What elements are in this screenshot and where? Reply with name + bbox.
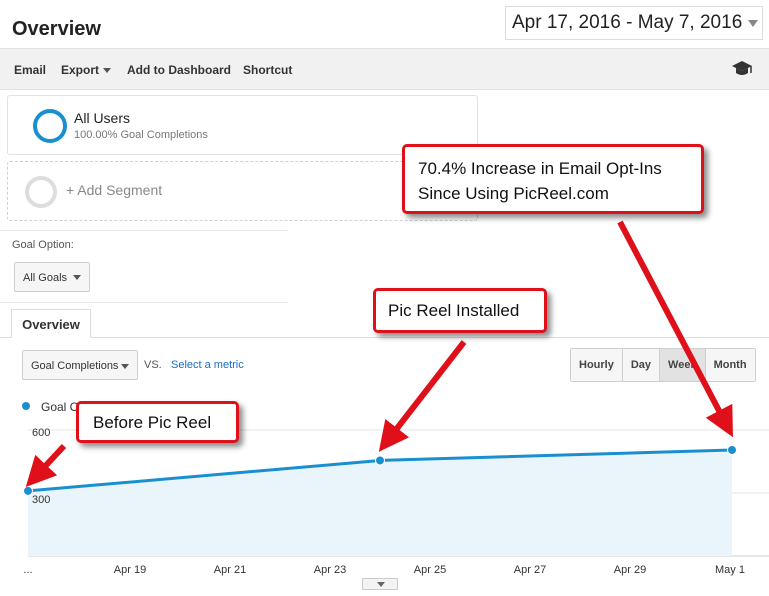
callout-increase-line1: 70.4% Increase in Email Opt-Ins (418, 159, 662, 178)
callout-increase: 70.4% Increase in Email Opt-Ins Since Us… (402, 144, 704, 214)
arrow-to-increase (617, 220, 733, 438)
arrow-to-installed (378, 340, 467, 452)
callout-before: Before Pic Reel (76, 401, 239, 443)
callout-increase-line2: Since Using PicReel.com (418, 184, 609, 203)
callout-installed: Pic Reel Installed (373, 288, 547, 333)
arrow-to-before (25, 443, 67, 487)
